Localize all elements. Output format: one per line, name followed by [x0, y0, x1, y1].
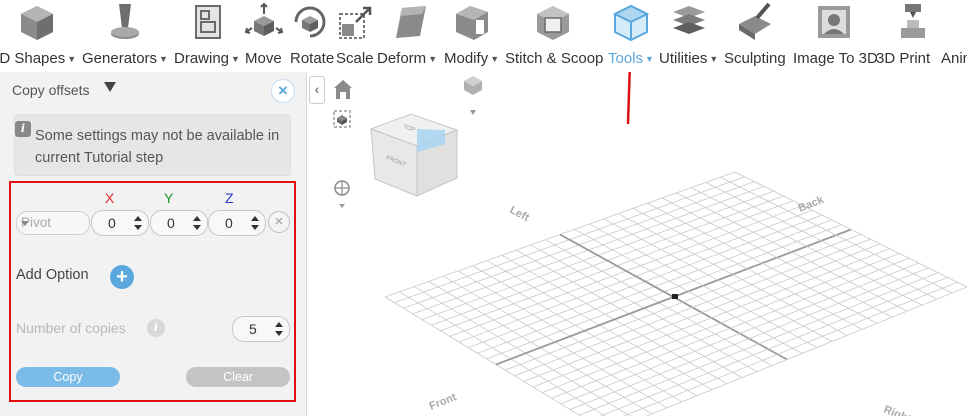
scene-svg: TOP FRONT Left Back Front Right: [333, 72, 967, 416]
offset-z-value[interactable]: 0: [225, 215, 233, 231]
home-icon[interactable]: [334, 80, 352, 99]
perspective-icon[interactable]: [464, 76, 482, 115]
menu-sculpting[interactable]: Sculpting: [724, 50, 786, 67]
pivot-select[interactable]: Pivot: [16, 211, 90, 235]
3d-print-icon[interactable]: [893, 2, 933, 42]
notice-text: Some settings may not be available in cu…: [35, 128, 280, 166]
copies-value[interactable]: 5: [249, 321, 257, 337]
sculpting-icon[interactable]: [735, 2, 775, 42]
main-toolbar: 3D Shapes▼ Generators▼ Drawing▼ Move Rot…: [0, 0, 967, 73]
axis-x-label: X: [105, 190, 115, 206]
chevron-down-icon: ▼: [709, 54, 719, 65]
chevron-down-icon: ▼: [490, 54, 500, 65]
menu-rotate[interactable]: Rotate: [290, 50, 334, 67]
menu-3d-print[interactable]: 3D Print: [876, 50, 930, 67]
tools-icon[interactable]: [611, 2, 651, 42]
scale-icon[interactable]: [336, 2, 376, 42]
menu-drawing[interactable]: Drawing ▼: [174, 50, 240, 67]
close-icon: ×: [274, 213, 284, 230]
menu-move[interactable]: Move: [245, 50, 282, 67]
offset-y-value[interactable]: 0: [167, 215, 175, 231]
stitch-icon[interactable]: [533, 2, 573, 42]
drawing-icon[interactable]: [187, 2, 227, 42]
add-option-button[interactable]: +: [110, 265, 134, 289]
axis-z-label: Z: [225, 190, 234, 206]
offset-z-stepper[interactable]: 0: [208, 210, 266, 236]
tutorial-notice: i Some settings may not be available in …: [14, 114, 291, 176]
image-to-3d-icon[interactable]: [814, 2, 854, 42]
chevron-down-icon: ▼: [159, 54, 168, 65]
move-icon[interactable]: [244, 2, 284, 42]
menu-modify[interactable]: Modify ▼: [444, 50, 499, 67]
chevron-down-icon: ▼: [645, 54, 654, 65]
highlight-box: X Y Z Pivot 0 0 0 × Add Option + Number …: [9, 181, 296, 402]
modify-icon[interactable]: [452, 2, 492, 42]
plus-icon: +: [116, 266, 128, 288]
grid-label-right: Right: [882, 404, 913, 416]
panel-title: Copy offsets: [12, 82, 90, 98]
copy-button[interactable]: Copy: [16, 367, 120, 387]
copies-stepper[interactable]: 5: [232, 316, 290, 342]
clear-button[interactable]: Clear: [186, 367, 290, 387]
copies-label: Number of copies: [16, 320, 126, 336]
axis-y-label: Y: [164, 190, 174, 206]
menu-scale[interactable]: Scale: [336, 50, 374, 67]
rotate-icon[interactable]: [290, 2, 330, 42]
info-icon: i: [15, 121, 31, 137]
increment-icon[interactable]: [134, 216, 142, 221]
pillar-icon[interactable]: [105, 2, 145, 42]
close-panel-button[interactable]: ×: [271, 79, 295, 103]
chevron-down-icon: [21, 221, 29, 226]
grid-label-back: Back: [797, 193, 827, 214]
increment-icon[interactable]: [275, 322, 283, 327]
decrement-icon[interactable]: [134, 225, 142, 230]
decrement-icon[interactable]: [251, 225, 259, 230]
decrement-icon[interactable]: [193, 225, 201, 230]
add-option-label: Add Option: [16, 267, 89, 283]
copy-offsets-panel: Copy offsets × i Some settings may not b…: [0, 72, 307, 416]
3d-viewport[interactable]: ‹ TOP FRONT Left Back Front Right: [307, 72, 967, 416]
fit-view-icon[interactable]: [333, 110, 351, 128]
menu-3d-shapes[interactable]: 3D Shapes▼: [0, 50, 76, 67]
red-arrow-annotation: [626, 72, 631, 125]
panel-header: Copy offsets ×: [0, 72, 306, 108]
offset-x-stepper[interactable]: 0: [91, 210, 149, 236]
grid-label-left: Left: [508, 204, 532, 224]
decrement-icon[interactable]: [275, 331, 283, 336]
remove-offset-button[interactable]: ×: [268, 211, 290, 233]
offset-x-value[interactable]: 0: [108, 215, 116, 231]
menu-animation[interactable]: Anim: [941, 50, 967, 67]
origin-marker: [672, 294, 678, 299]
chevron-down-icon: ▼: [67, 54, 77, 65]
menu-stitch-scoop[interactable]: Stitch & Scoop: [505, 50, 603, 67]
close-icon: ×: [278, 81, 288, 100]
offset-y-stepper[interactable]: 0: [150, 210, 208, 236]
chevron-down-icon: ▼: [428, 54, 438, 65]
orbit-icon[interactable]: [334, 180, 350, 208]
triangle-down-icon[interactable]: [104, 82, 116, 92]
menu-utilities[interactable]: Utilities ▼: [659, 50, 718, 67]
increment-icon[interactable]: [193, 216, 201, 221]
menu-generators[interactable]: Generators ▼: [82, 50, 168, 67]
menu-tools[interactable]: Tools ▼: [608, 50, 654, 67]
menu-image-to-3d[interactable]: Image To 3D: [793, 50, 878, 67]
view-cube[interactable]: TOP FRONT: [369, 113, 459, 197]
increment-icon[interactable]: [251, 216, 259, 221]
info-icon[interactable]: i: [147, 319, 165, 337]
deform-icon[interactable]: [390, 2, 430, 42]
chevron-down-icon: ▼: [231, 54, 240, 65]
menu-deform[interactable]: Deform ▼: [377, 50, 437, 67]
utilities-icon[interactable]: [669, 2, 709, 42]
cube-icon[interactable]: [17, 2, 57, 42]
grid-label-front: Front: [428, 391, 459, 413]
